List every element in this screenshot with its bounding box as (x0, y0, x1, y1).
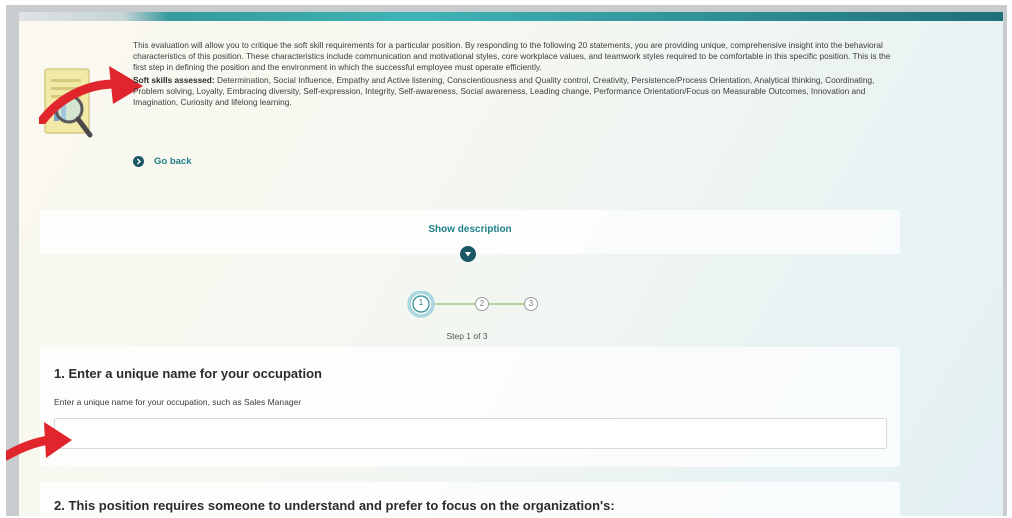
step-3-label: 3 (528, 299, 534, 308)
question-2-title: 2. This position requires someone to und… (54, 498, 615, 513)
step-3[interactable]: 3 (524, 297, 538, 311)
step-1[interactable]: 1 (415, 298, 427, 307)
skills-list: Determination, Social Influence, Empathy… (133, 75, 875, 107)
circle-chevron-down-icon[interactable] (460, 246, 476, 262)
intro-paragraph: This evaluation will allow you to critiq… (133, 40, 891, 72)
step-progress-indicator: 1 2 3 (407, 290, 538, 321)
question-2-card: 2. This position requires someone to und… (40, 482, 900, 516)
go-back-label: Go back (154, 156, 192, 167)
screenshot-frame: This evaluation will allow you to critiq… (6, 5, 1007, 516)
question-1-card: 1. Enter a unique name for your occupati… (40, 347, 900, 467)
step-counter: Step 1 of 3 (446, 331, 488, 341)
page-viewport: This evaluation will allow you to critiq… (19, 12, 1003, 516)
go-back-link[interactable]: Go back (133, 156, 192, 167)
skills-assessed: Soft skills assessed: Determination, Soc… (133, 75, 903, 108)
question-1-help: Enter a unique name for your occupation,… (54, 397, 302, 407)
intro-description: This evaluation will allow you to critiq… (133, 40, 903, 110)
top-header-bar (19, 12, 1003, 21)
step-2-label: 2 (479, 299, 485, 308)
step-2[interactable]: 2 (475, 297, 489, 311)
show-description-link[interactable]: Show description (40, 224, 900, 235)
skills-label: Soft skills assessed: (133, 75, 215, 85)
occupation-name-input[interactable] (54, 418, 887, 449)
annotation-arrow-icon (6, 414, 74, 474)
circle-chevron-right-icon (133, 156, 144, 167)
question-1-title: 1. Enter a unique name for your occupati… (54, 366, 322, 381)
